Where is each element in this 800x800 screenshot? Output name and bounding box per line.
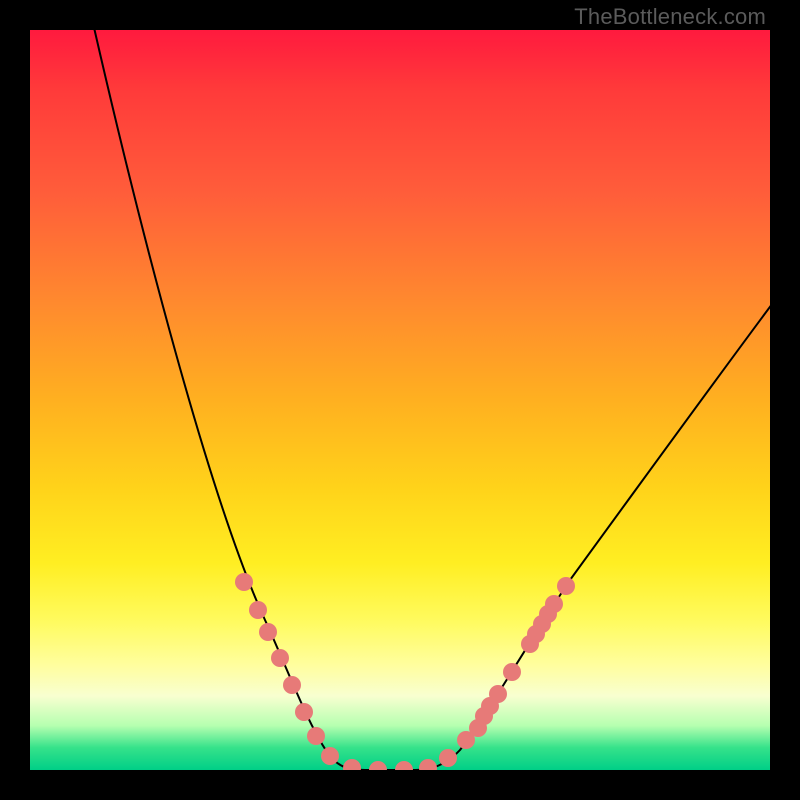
data-point: [249, 601, 267, 619]
scatter-group: [235, 573, 575, 770]
data-point: [557, 577, 575, 595]
data-point: [481, 697, 499, 715]
data-point: [419, 759, 437, 770]
data-point: [295, 703, 313, 721]
watermark-text: TheBottleneck.com: [574, 4, 766, 30]
data-point: [395, 761, 413, 770]
data-point: [283, 676, 301, 694]
data-point: [235, 573, 253, 591]
data-point: [343, 759, 361, 770]
chart-frame: TheBottleneck.com: [0, 0, 800, 800]
data-point: [307, 727, 325, 745]
curve-left-curve: [90, 30, 365, 770]
data-point: [503, 663, 521, 681]
chart-svg: [30, 30, 770, 770]
data-point: [369, 761, 387, 770]
data-point: [527, 625, 545, 643]
curve-group: [90, 30, 770, 770]
data-point: [469, 719, 487, 737]
data-point: [321, 747, 339, 765]
plot-area: [30, 30, 770, 770]
data-point: [539, 605, 557, 623]
curve-right-curve: [415, 280, 770, 770]
data-point: [259, 623, 277, 641]
data-point: [439, 749, 457, 767]
data-point: [271, 649, 289, 667]
